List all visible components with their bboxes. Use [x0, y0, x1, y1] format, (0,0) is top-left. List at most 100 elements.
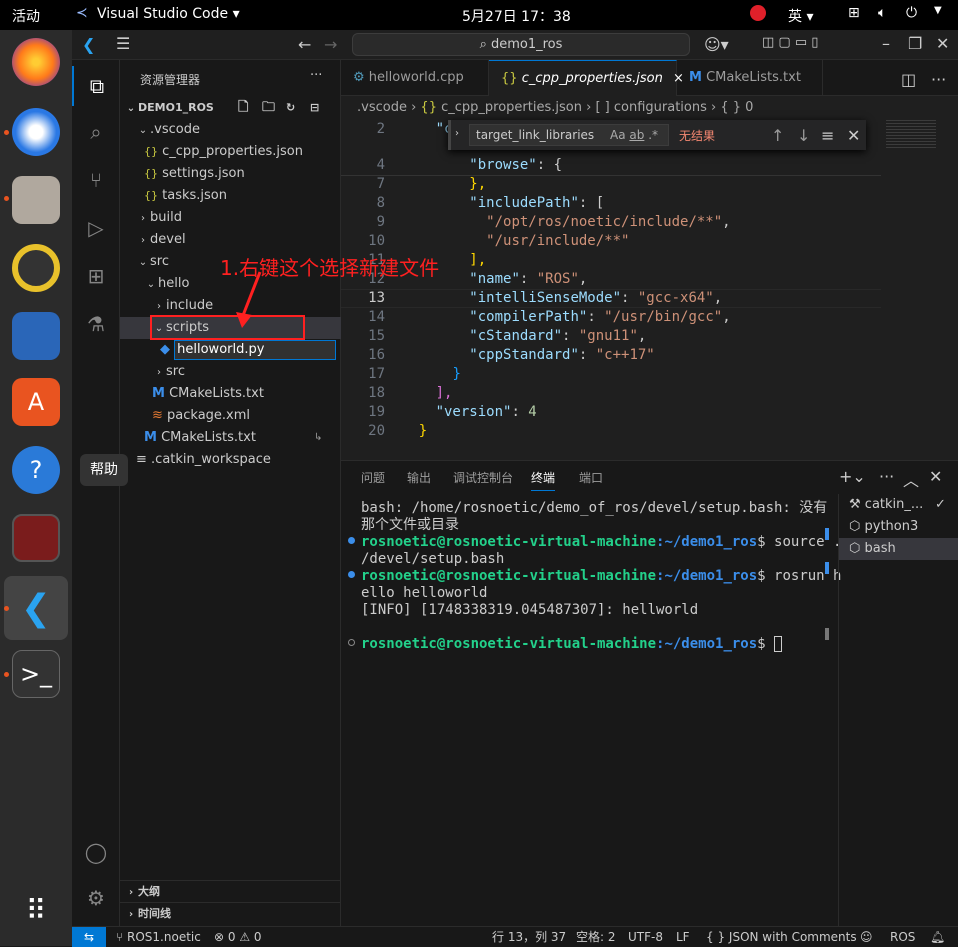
- tab-terminal[interactable]: 终端: [531, 469, 556, 491]
- restore-icon[interactable]: ❐: [908, 34, 922, 53]
- language-mode[interactable]: { } JSON with Comments: [706, 927, 857, 947]
- show-apps-icon[interactable]: ⠿: [12, 886, 60, 934]
- workspace-root[interactable]: ⌄ DEMO1_ROS 🗋︎ 🗀︎ ↻ ⊟: [120, 97, 341, 119]
- terminal-prompt[interactable]: rosnoetic@rosnoetic-virtual-machine:~/de…: [361, 636, 783, 653]
- network-icon[interactable]: ⊞: [848, 5, 860, 21]
- collapse-icon[interactable]: ⊟: [310, 97, 319, 119]
- more-actions-icon[interactable]: ···: [310, 68, 322, 83]
- tree-item-file[interactable]: {} tasks.json: [120, 185, 341, 207]
- new-file-icon[interactable]: 🗋︎: [238, 97, 248, 119]
- outline-section[interactable]: › 大纲: [120, 880, 341, 902]
- indentation[interactable]: 空格: 2: [576, 927, 616, 947]
- help-icon[interactable]: ?: [12, 446, 60, 494]
- volume-icon[interactable]: 🔈︎: [878, 5, 886, 21]
- vscode-dock-active[interactable]: ❮: [4, 576, 68, 640]
- files-icon[interactable]: [12, 176, 60, 224]
- eol[interactable]: LF: [676, 927, 690, 947]
- prev-match-icon[interactable]: ↑: [771, 126, 784, 145]
- forward-icon[interactable]: →: [324, 35, 337, 54]
- minimize-icon[interactable]: –: [882, 34, 890, 53]
- thunderbird-icon[interactable]: [12, 108, 60, 156]
- crumb-index[interactable]: 0: [745, 100, 753, 115]
- command-center-search[interactable]: ⌕ demo1_ros: [352, 33, 690, 56]
- copilot-icon[interactable]: ☺▾: [704, 35, 729, 54]
- tab-ports[interactable]: 端口: [579, 469, 603, 486]
- firefox-icon[interactable]: [12, 38, 60, 86]
- tree-item-file[interactable]: M CMakeLists.txt ↳: [120, 427, 341, 449]
- crumb-file[interactable]: c_cpp_properties.json: [441, 100, 582, 115]
- tree-item-new-file[interactable]: ◆ helloworld.py: [120, 339, 341, 361]
- search-icon[interactable]: ⌕: [72, 112, 120, 152]
- toggle-replace-icon[interactable]: ›: [455, 128, 459, 139]
- crumb-folder[interactable]: .vscode: [357, 100, 407, 115]
- input-method[interactable]: 英 ▾: [788, 6, 813, 26]
- maximize-panel-icon[interactable]: ︿: [903, 467, 919, 491]
- account-icon[interactable]: ◯: [72, 832, 120, 872]
- terminal-icon[interactable]: >_: [12, 650, 60, 698]
- tree-item-folder[interactable]: › devel: [120, 229, 341, 251]
- find-options-icons[interactable]: Aa ab .*: [610, 125, 658, 145]
- system-menu-chevron-icon[interactable]: ▼: [934, 5, 942, 16]
- tree-item-vscode[interactable]: ⌄ .vscode: [120, 119, 341, 141]
- crumb-configurations[interactable]: configurations: [614, 100, 707, 115]
- terminal-item[interactable]: ⚒ catkin_... ✓: [839, 494, 958, 516]
- source-control-icon[interactable]: ⑂: [72, 160, 120, 200]
- menu-icon[interactable]: ☰: [116, 34, 130, 53]
- terminator-icon[interactable]: [12, 514, 60, 562]
- no-disturb-icon[interactable]: [750, 5, 766, 21]
- terminal-item-active[interactable]: ⬡ bash: [839, 538, 958, 560]
- tree-item-file[interactable]: M CMakeLists.txt: [120, 383, 341, 405]
- next-match-icon[interactable]: ↓: [797, 126, 810, 145]
- minimap[interactable]: [886, 120, 936, 150]
- new-folder-icon[interactable]: 🗀︎: [262, 97, 275, 119]
- cursor-position[interactable]: 行 13，列 37: [492, 927, 566, 947]
- power-icon[interactable]: ⏻: [906, 5, 917, 21]
- tree-item-folder[interactable]: › src: [120, 361, 341, 383]
- close-find-icon[interactable]: ✕: [847, 126, 860, 145]
- tab-problems[interactable]: 问题: [361, 469, 385, 486]
- more-icon[interactable]: ···: [931, 70, 946, 89]
- refresh-icon[interactable]: ↻: [286, 97, 295, 119]
- tree-item-file[interactable]: ≡ .catkin_workspace: [120, 449, 341, 471]
- new-file-name-input[interactable]: helloworld.py: [174, 340, 337, 360]
- ros-status[interactable]: ROS: [890, 927, 915, 947]
- software-icon[interactable]: A: [12, 378, 60, 426]
- remote-icon[interactable]: ⇆: [72, 927, 106, 947]
- encoding[interactable]: UTF-8: [628, 927, 663, 947]
- back-icon[interactable]: ←: [298, 35, 311, 54]
- copilot-status-icon[interactable]: ☺: [860, 927, 873, 947]
- find-input[interactable]: target_link_libraries Aa ab .*: [469, 124, 669, 146]
- writer-icon[interactable]: [12, 312, 60, 360]
- settings-gear-icon[interactable]: ⚙: [72, 878, 120, 918]
- close-panel-icon[interactable]: ✕: [929, 467, 942, 486]
- tree-item-file[interactable]: {} c_cpp_properties.json: [120, 141, 341, 163]
- layout-icons[interactable]: ◫ ▢ ▭ ▯: [762, 35, 818, 50]
- tab-cmakelists[interactable]: M CMakeLists.txt: [677, 60, 823, 96]
- tab-c-cpp-properties[interactable]: {} c_cpp_properties.json ×: [489, 60, 684, 96]
- explorer-icon[interactable]: ⧉: [72, 66, 120, 106]
- command-decoration[interactable]: [348, 537, 355, 544]
- notifications-icon[interactable]: 🔔︎: [930, 927, 945, 947]
- activities-button[interactable]: 活动: [12, 6, 40, 26]
- tab-helloworld-cpp[interactable]: ⚙ helloworld.cpp: [341, 60, 489, 96]
- close-icon[interactable]: ✕: [936, 34, 949, 53]
- run-debug-icon[interactable]: ▷: [72, 208, 120, 248]
- new-terminal-icon[interactable]: +⌄: [839, 467, 866, 486]
- timeline-section[interactable]: › 时间线: [120, 902, 341, 924]
- testing-icon[interactable]: ⚗: [72, 304, 120, 344]
- problems-indicator[interactable]: ⊗ 0 ⚠ 0: [214, 927, 262, 947]
- branch-indicator[interactable]: ⑂ ROS1.noetic: [116, 927, 201, 947]
- tree-item-folder[interactable]: › build: [120, 207, 341, 229]
- panel-more-icon[interactable]: ···: [879, 467, 894, 486]
- extensions-icon[interactable]: ⊞: [72, 256, 120, 296]
- find-in-selection-icon[interactable]: ≡: [821, 126, 834, 145]
- app-menu[interactable]: Visual Studio Code ▾: [97, 6, 240, 22]
- rhythmbox-icon[interactable]: [12, 244, 60, 292]
- command-decoration[interactable]: [348, 639, 355, 646]
- tab-debug-console[interactable]: 调试控制台: [453, 469, 513, 486]
- tree-item-file[interactable]: {} settings.json: [120, 163, 341, 185]
- tree-item-file[interactable]: ≋ package.xml: [120, 405, 341, 427]
- clock[interactable]: 5月27日 17：38: [462, 6, 571, 26]
- split-editor-icon[interactable]: ◫: [901, 70, 916, 89]
- terminal-item[interactable]: ⬡ python3: [839, 516, 958, 538]
